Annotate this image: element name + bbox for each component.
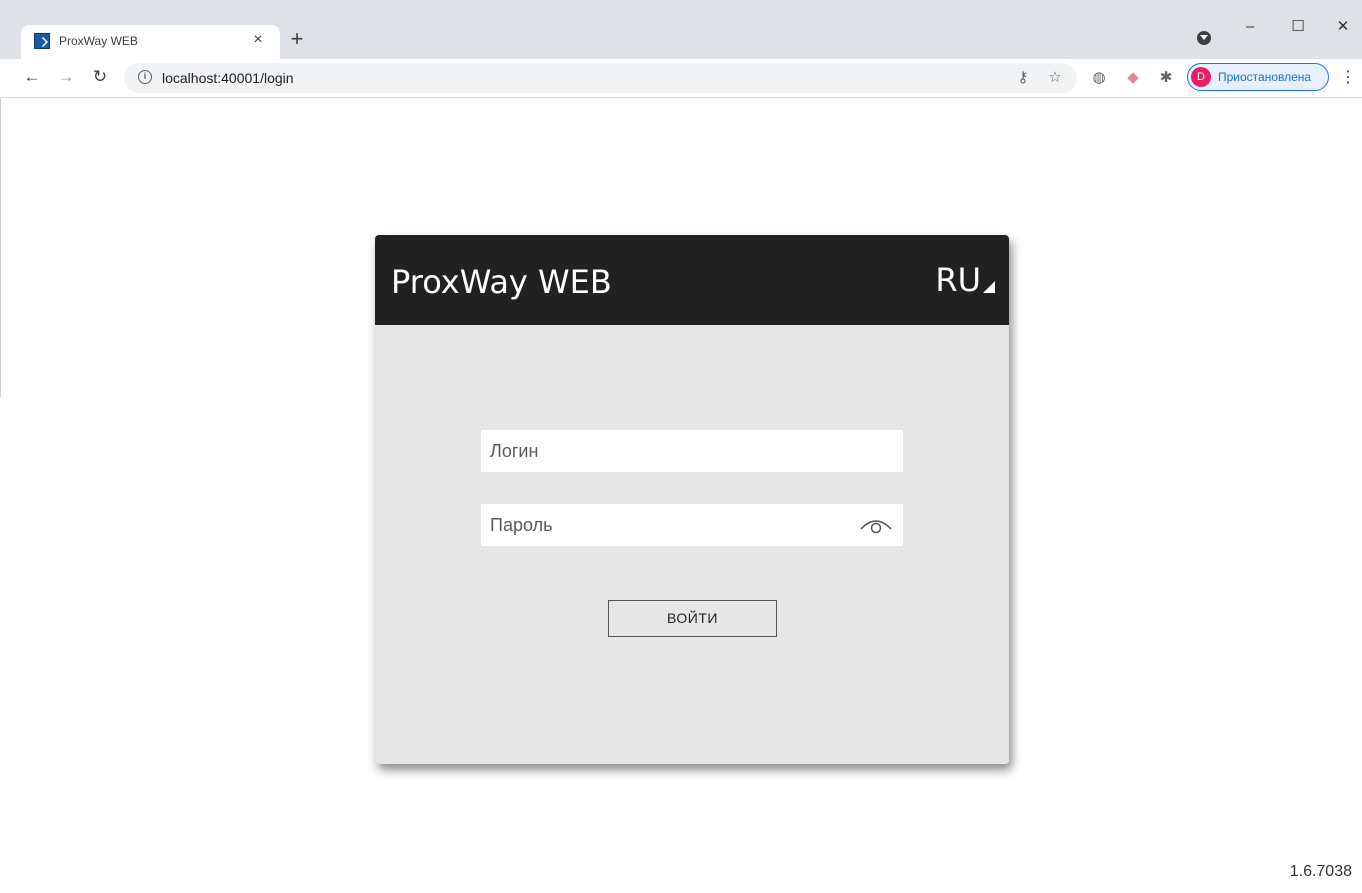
- username-input[interactable]: [490, 430, 850, 472]
- maximize-button[interactable]: ☐: [1275, 12, 1321, 42]
- avatar: D: [1191, 67, 1211, 87]
- app-favicon-icon: [34, 33, 50, 49]
- language-selector[interactable]: RU: [935, 261, 995, 299]
- key-icon[interactable]: ⚷: [1014, 69, 1032, 87]
- language-label: RU: [935, 261, 981, 299]
- browser-toolbar: ← → ↻ i localhost:40001/login ⚷ ☆ ◍ ◆ ✱ …: [0, 59, 1362, 98]
- browser-menu-icon[interactable]: ⋮: [1340, 69, 1356, 87]
- back-arrow-icon[interactable]: ←: [20, 65, 44, 89]
- profile-status-label: Приостановлена: [1218, 70, 1312, 84]
- tab-search-icon[interactable]: [1197, 31, 1211, 45]
- reload-icon[interactable]: ↻: [88, 65, 112, 89]
- forward-arrow-icon[interactable]: →: [54, 65, 78, 89]
- address-bar[interactable]: i localhost:40001/login ⚷ ☆: [124, 63, 1077, 93]
- window-close-button[interactable]: ✕: [1320, 12, 1362, 42]
- login-card: ProxWay WEB RU ВОЙТИ: [375, 235, 1009, 764]
- app-version: 1.6.7038: [1289, 863, 1352, 880]
- page-edge-divider: [0, 97, 1, 397]
- username-field-wrapper: [481, 430, 903, 472]
- browser-tab[interactable]: ProxWay WEB ×: [21, 25, 280, 59]
- tab-title: ProxWay WEB: [59, 34, 138, 48]
- app-title: ProxWay WEB: [391, 263, 612, 301]
- dropdown-arrow-icon: [983, 281, 995, 293]
- bookmark-star-icon[interactable]: ☆: [1046, 69, 1064, 87]
- globe-extension-icon[interactable]: ◍: [1090, 69, 1108, 87]
- minimize-button[interactable]: –: [1227, 12, 1273, 42]
- tab-close-button[interactable]: ×: [250, 31, 266, 49]
- site-info-icon[interactable]: i: [138, 70, 152, 84]
- profile-button[interactable]: D Приостановлена: [1187, 63, 1329, 91]
- password-input[interactable]: [490, 504, 850, 546]
- extension-icon[interactable]: ◆: [1124, 69, 1142, 87]
- address-url: localhost:40001/login: [162, 70, 294, 86]
- browser-tabstrip: ProxWay WEB × + – ☐ ✕: [0, 0, 1362, 59]
- extensions-puzzle-icon[interactable]: ✱: [1157, 69, 1175, 87]
- password-field-wrapper: [481, 504, 903, 546]
- new-tab-button[interactable]: +: [286, 28, 308, 50]
- login-card-header: ProxWay WEB RU: [375, 235, 1009, 325]
- login-button[interactable]: ВОЙТИ: [608, 600, 777, 637]
- show-password-eye-icon[interactable]: [859, 515, 893, 535]
